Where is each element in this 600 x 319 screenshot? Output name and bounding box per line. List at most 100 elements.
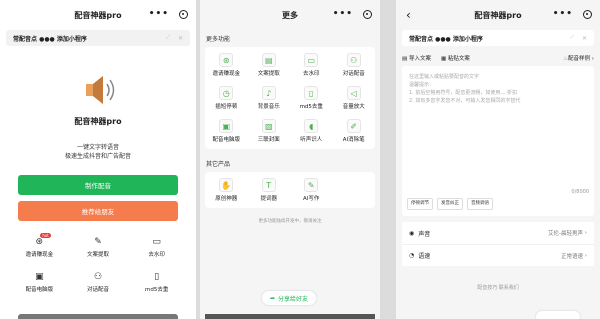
action-label: 邀请赚现金 xyxy=(25,252,54,258)
action-desktop[interactable]: ▣ 配音电脑版 xyxy=(10,272,69,293)
banner-text: 常配音点 ●●● 添加小程序 xyxy=(409,35,483,43)
page-title: 更多 xyxy=(282,10,298,20)
add-mini-program-banner[interactable]: 常配音点 ●●● 添加小程序 ⟋ ✕ xyxy=(402,30,594,46)
feature-item[interactable]: ▯ md5去重 xyxy=(290,86,333,110)
feature-item[interactable]: ◁ 音量放大 xyxy=(333,86,376,110)
voice-icon: ◉ xyxy=(409,229,415,237)
placeholder-line: 温馨提示： xyxy=(409,82,435,88)
close-mini-program-icon[interactable] xyxy=(363,9,372,19)
action-text-extract[interactable]: ✎ 文案提取 xyxy=(69,237,128,258)
feature-item[interactable]: ⚇ 对话配音 xyxy=(333,53,376,77)
pause-adjust-button[interactable]: 停顿调节 xyxy=(407,198,433,210)
text-tools: 停顿调节 发音纠正 音频调语 xyxy=(407,198,493,210)
people-icon: ⚇ xyxy=(93,272,103,282)
capsule-menu: ••• xyxy=(333,9,372,19)
page-title: 配音神器pro xyxy=(74,10,122,20)
paste-button[interactable]: ▦ 粘贴文案 xyxy=(441,54,470,62)
film-icon: ▭ xyxy=(152,237,161,247)
dubbing-text-input[interactable]: 在这里输入或粘贴要配音的文字 温馨提示： 1. 前后空格用符号，配音更流畅，如使… xyxy=(402,66,594,216)
products-grid: ✋ 原创神器 T 提词器 ✎ AI写作 xyxy=(205,172,375,208)
feature-label: 听声识人 xyxy=(300,137,323,143)
product-item[interactable]: T 提词器 xyxy=(248,178,291,202)
feature-item[interactable]: ♪ 背景音乐 xyxy=(248,86,291,110)
example-label: 配音样例 xyxy=(568,56,591,62)
feature-label: md5去重 xyxy=(299,104,323,110)
voice-selector[interactable]: ◉ 声音 艾伦-晨轻男声 › xyxy=(402,222,594,244)
feature-item[interactable]: ▣ 配音电脑版 xyxy=(205,119,248,143)
more-coming-note: 更多功能陆续开发中，敬请关注 xyxy=(258,219,322,224)
feature-item[interactable]: ⊛ 邀请赚现金 xyxy=(205,53,248,77)
home-screen: 配音神器pro ••• 常配音点 ●●● 添加小程序 ⟋ ✕ 配音神器pro 一键… xyxy=(0,0,196,319)
monitor-icon: ▣ xyxy=(219,119,234,133)
close-icon[interactable]: ✕ xyxy=(178,35,183,42)
more-icon[interactable]: ••• xyxy=(149,9,169,19)
chevron-right-icon: › xyxy=(583,252,587,259)
make-dubbing-button[interactable]: 制作配音 xyxy=(18,175,178,195)
action-md5[interactable]: ▯ md5去重 xyxy=(127,272,186,293)
action-invite[interactable]: ⊛ hot 邀请赚现金 xyxy=(10,233,69,258)
feature-item[interactable]: ✐ AI消除笔 xyxy=(333,119,376,143)
feature-label: 文案提取 xyxy=(257,71,280,77)
close-mini-program-icon[interactable] xyxy=(179,9,188,19)
feature-label: 去水印 xyxy=(302,71,320,77)
add-mini-program-banner[interactable]: 常配音点 ●●● 添加小程序 ⟋ ✕ xyxy=(6,30,190,46)
feature-item[interactable]: ◖ 听声识人 xyxy=(290,119,333,143)
speed-selector[interactable]: ◔ 语速 正常语速 › xyxy=(402,244,594,266)
product-item[interactable]: ✋ 原创神器 xyxy=(205,178,248,202)
recommend-button[interactable]: 推荐给朋友 xyxy=(18,201,178,221)
brush-icon: ✐ xyxy=(346,119,361,133)
gift-icon: ⊛ xyxy=(35,237,44,247)
share-label: 分享给好友 xyxy=(278,295,309,303)
action-dialog-dubbing[interactable]: ⚇ 对话配音 xyxy=(69,272,128,293)
feature-item[interactable]: ▭ 去水印 xyxy=(290,53,333,77)
feature-item[interactable]: ▨ 三联封面 xyxy=(248,119,291,143)
footer-links[interactable]: 配音技巧 联系我们 xyxy=(396,284,600,291)
monitor-icon: ▣ xyxy=(35,272,44,282)
audio-tune-button[interactable]: 音频调语 xyxy=(467,198,493,210)
back-icon[interactable]: ‹ xyxy=(406,8,411,22)
gift-icon: ⊛ xyxy=(219,53,234,67)
feature-item[interactable]: ◷ 插短停顿 xyxy=(205,86,248,110)
more-icon[interactable]: ••• xyxy=(333,9,353,19)
section-title-products: 其它产品 xyxy=(206,161,231,168)
product-label: 提词器 xyxy=(260,196,277,202)
action-label: 去水印 xyxy=(148,252,165,258)
import-button[interactable]: ▤ 导入文案 xyxy=(402,54,431,62)
feature-label: 插短停顿 xyxy=(215,104,238,110)
paste-icon: ▦ xyxy=(440,56,447,62)
close-mini-program-icon[interactable] xyxy=(583,9,592,19)
import-label: 导入文案 xyxy=(408,56,431,62)
speed-icon: ◔ xyxy=(409,252,415,259)
action-label: 配音电脑版 xyxy=(25,287,54,293)
section-title-features: 更多功能 xyxy=(206,36,231,43)
feature-label: AI消除笔 xyxy=(342,137,365,143)
image-icon: ▨ xyxy=(261,119,276,133)
char-counter: 0/8000 xyxy=(571,189,589,195)
placeholder-line: 1. 前后空格用符号，配音更流畅，如使用、。·折扣 xyxy=(409,90,517,96)
example-button[interactable]: ♨配音样例 › xyxy=(563,54,594,62)
home-indicator xyxy=(205,314,375,319)
pronunciation-fix-button[interactable]: 发音纠正 xyxy=(437,198,463,210)
banner-text: 常配音点 ●●● 添加小程序 xyxy=(13,35,87,43)
product-item[interactable]: ✎ AI写作 xyxy=(290,178,333,202)
tagline-line-1: 一键文字转语音 xyxy=(76,144,119,151)
tagline: 一键文字转语音 极速生成抖音和广告配音 xyxy=(0,143,196,161)
nav-bar: ‹ 配音神器pro ••• xyxy=(396,0,600,30)
speed-value: 正常语速 xyxy=(561,253,584,260)
import-icon: ▤ xyxy=(402,56,408,62)
editor-toolbar: ▤ 导入文案 ▦ 粘贴文案 ♨配音样例 › xyxy=(402,54,594,62)
action-remove-watermark[interactable]: ▭ 去水印 xyxy=(127,237,186,258)
close-icon[interactable]: ✕ xyxy=(582,35,587,42)
nav-bar: 配音神器pro ••• xyxy=(0,0,196,30)
speaker-logo-icon xyxy=(78,70,118,110)
capsule-menu: ••• xyxy=(553,9,592,19)
quick-actions-grid: ⊛ hot 邀请赚现金 ✎ 文案提取 ▭ 去水印 ▣ 配音电脑版 ⚇ 对话配音 ▯ md5去重 xyxy=(0,233,196,293)
magic-wand-icon: ⟋ xyxy=(569,34,574,41)
share-button[interactable]: ➦ 分享给好友 xyxy=(262,291,317,305)
more-icon[interactable]: ••• xyxy=(553,9,573,19)
write-icon: ✎ xyxy=(304,178,319,192)
feature-item[interactable]: ▤ 文案提取 xyxy=(248,53,291,77)
floating-button[interactable] xyxy=(536,311,580,319)
placeholder-line: 在这里输入或粘贴要配音的文字 xyxy=(409,74,480,80)
product-label: AI写作 xyxy=(303,196,320,202)
